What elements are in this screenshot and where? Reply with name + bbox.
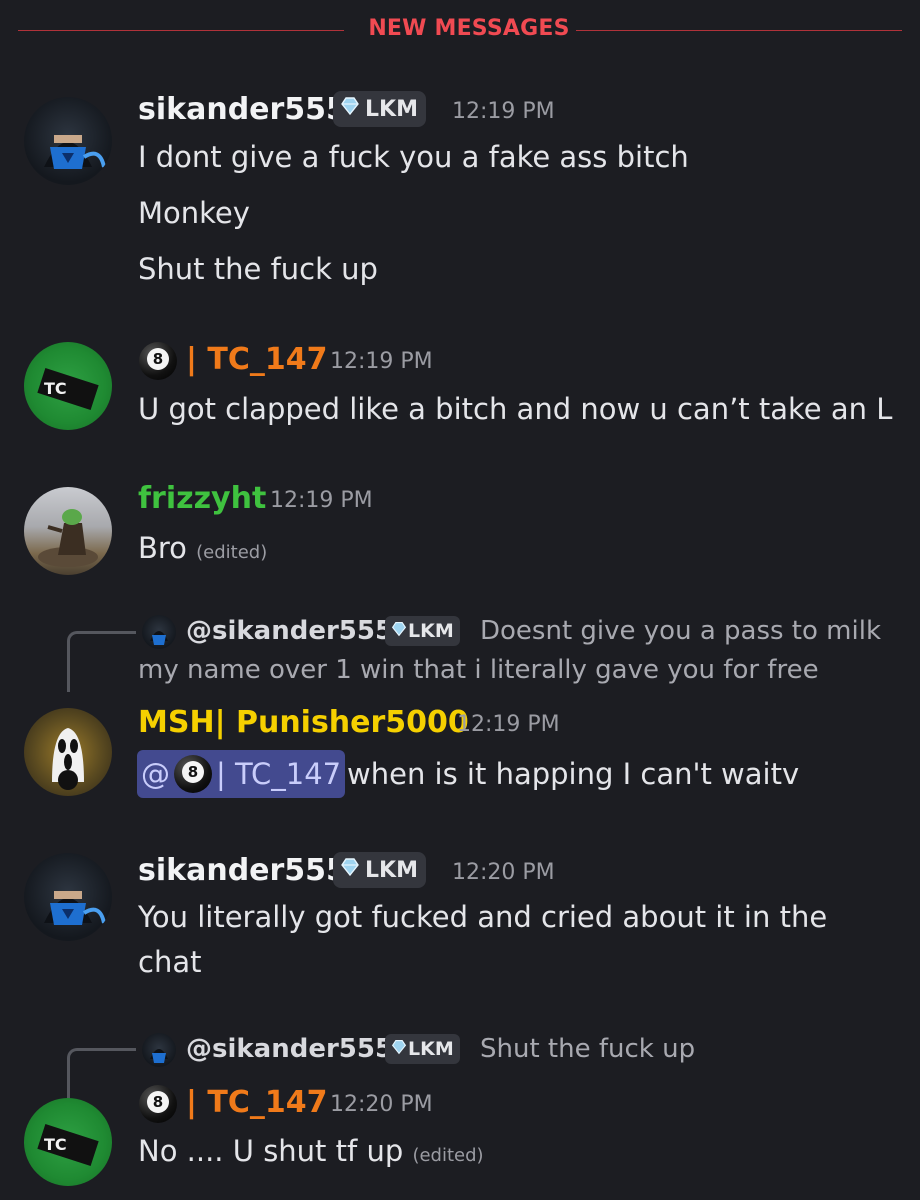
edited-label: (edited) xyxy=(412,1145,484,1166)
8-ball-icon: 8 xyxy=(139,342,177,380)
message-author[interactable]: | TC_147 xyxy=(186,342,328,378)
message-timestamp: 12:19 PM xyxy=(452,99,555,124)
message-text: I dont give a fuck you a fake ass bitch xyxy=(138,140,689,174)
8-ball-icon: 8 xyxy=(139,1085,177,1123)
role-tag-label: LKM xyxy=(365,857,418,883)
avatar-tc147[interactable]: TC xyxy=(24,1098,112,1186)
avatar-frizzyht[interactable] xyxy=(24,487,112,575)
reply-author[interactable]: @sikander555 xyxy=(186,615,393,647)
reply-role-tag[interactable]: LKM xyxy=(385,616,460,646)
message-text: when is it happing I can't waitv xyxy=(347,757,800,791)
message-author[interactable]: sikander555 xyxy=(138,853,347,889)
message-author[interactable]: frizzyht xyxy=(138,481,266,517)
diamond-icon xyxy=(390,1038,408,1060)
reply-avatar[interactable] xyxy=(142,615,176,649)
reply-text[interactable]: my name over 1 win that i literally gave… xyxy=(138,652,819,688)
reply-role-tag-label: LKM xyxy=(408,620,454,642)
new-messages-label: NEW MESSAGES xyxy=(368,16,570,41)
reply-role-tag[interactable]: LKM xyxy=(385,1034,460,1064)
user-mention[interactable]: @ 8 | TC_147 xyxy=(137,750,346,798)
message-text: Bro (edited) xyxy=(138,531,268,565)
message-author[interactable]: sikander555 xyxy=(138,92,347,128)
8-ball-icon: 8 xyxy=(174,755,212,793)
message-text: You literally got fucked and cried about… xyxy=(138,900,828,934)
divider-line-left xyxy=(18,30,344,31)
mention-at: @ xyxy=(141,757,170,791)
reply-connector xyxy=(67,1048,136,1099)
message-timestamp: 12:20 PM xyxy=(330,1092,433,1117)
message-timestamp: 12:19 PM xyxy=(270,488,373,513)
reply-text[interactable]: Doesnt give you a pass to milk xyxy=(480,613,881,649)
message-text: U got clapped like a bitch and now u can… xyxy=(138,392,893,426)
avatar-tc147[interactable]: TC xyxy=(24,342,112,430)
message-author[interactable]: | TC_147 xyxy=(186,1085,328,1121)
edited-label: (edited) xyxy=(196,542,268,563)
diamond-icon xyxy=(339,96,361,122)
message-timestamp: 12:20 PM xyxy=(452,860,555,885)
message-text: Monkey xyxy=(138,196,250,230)
reply-author[interactable]: @sikander555 xyxy=(186,1033,393,1065)
diamond-icon xyxy=(390,620,408,642)
role-tag[interactable]: LKM xyxy=(333,91,426,127)
svg-text:TC: TC xyxy=(44,1135,67,1154)
role-tag[interactable]: LKM xyxy=(333,852,426,888)
svg-text:TC: TC xyxy=(44,379,67,398)
message-author[interactable]: MSH| Punisher5000 xyxy=(138,705,469,741)
reply-connector xyxy=(67,631,136,692)
message-timestamp: 12:19 PM xyxy=(457,712,560,737)
mention-name: | TC_147 xyxy=(216,757,342,791)
message-timestamp: 12:19 PM xyxy=(330,349,433,374)
avatar-sikander555[interactable] xyxy=(24,853,112,941)
avatar-punisher5000[interactable] xyxy=(24,708,112,796)
message-text: Shut the fuck up xyxy=(138,252,378,286)
role-tag-label: LKM xyxy=(365,96,418,122)
avatar-sikander555[interactable] xyxy=(24,97,112,185)
reply-text[interactable]: Shut the fuck up xyxy=(480,1031,695,1067)
message-text: chat xyxy=(138,945,202,979)
diamond-icon xyxy=(339,857,361,883)
message-text: No .... U shut tf up (edited) xyxy=(138,1134,484,1168)
divider-line-right xyxy=(576,30,902,31)
reply-role-tag-label: LKM xyxy=(408,1038,454,1060)
reply-avatar[interactable] xyxy=(142,1033,176,1067)
